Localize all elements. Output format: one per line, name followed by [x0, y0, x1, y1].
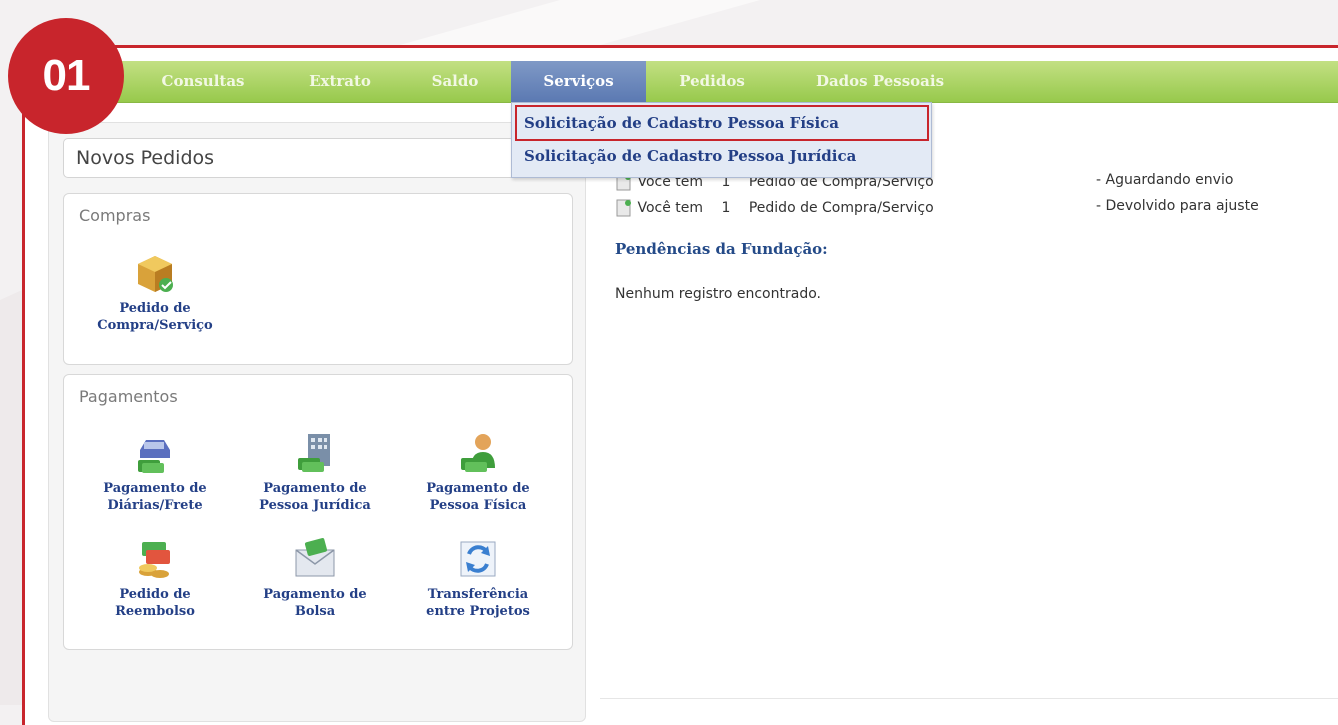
status-row[interactable]: Você tem 1 Pedido de Compra/Serviço - De… — [615, 198, 1259, 218]
car-money-icon — [138, 440, 170, 473]
nav-tab-saldo[interactable]: Saldo — [415, 61, 495, 102]
tile-label: Pagamento de Pessoa Jurídica — [259, 481, 371, 513]
tile-pedido-reembolso[interactable]: Pedido de Reembolso — [80, 536, 230, 620]
tile-transferencia-projetos[interactable]: Transferência entre Projetos — [403, 536, 553, 620]
status-text: - Devolvido para ajuste — [1096, 198, 1259, 214]
nav-tab-extrato[interactable]: Extrato — [289, 61, 391, 102]
menu-item-cadastro-pessoa-juridica[interactable]: Solicitação de Cadastro Pessoa Jurídica — [524, 141, 856, 171]
divider — [600, 698, 1338, 699]
pagamentos-title: Pagamentos — [79, 387, 178, 406]
status-count: 1 — [721, 200, 731, 216]
tile-pagamento-pessoa-fisica[interactable]: Pagamento de Pessoa Física — [403, 430, 553, 514]
status-prefix: Você tem — [637, 200, 704, 216]
status-item: Pedido de Compra/Serviço — [748, 200, 934, 216]
servicos-dropdown-menu: Solicitação de Cadastro Pessoa Física So… — [511, 102, 932, 178]
tile-label: Transferência entre Projetos — [426, 587, 530, 619]
tile-label: Pagamento de Diárias/Frete — [103, 481, 207, 513]
novos-pedidos-header: Novos Pedidos — [63, 138, 573, 178]
menu-item-cadastro-pessoa-fisica[interactable]: Solicitação de Cadastro Pessoa Física — [524, 108, 839, 138]
building-money-icon — [298, 434, 330, 472]
status-text: - Aguardando envio — [1096, 172, 1234, 188]
nav-tab-servicos[interactable]: Serviços — [511, 61, 646, 102]
step-badge: 01 — [8, 18, 124, 134]
tile-pagamento-pessoa-juridica[interactable]: Pagamento de Pessoa Jurídica — [240, 430, 390, 514]
tile-pagamento-bolsa[interactable]: Pagamento de Bolsa — [240, 536, 390, 620]
tile-pedido-compra-servico[interactable]: Pedido de Compra/Serviço — [80, 250, 230, 334]
nav-tab-consultas[interactable]: Consultas — [142, 61, 264, 102]
tile-pagamento-diarias-frete[interactable]: Pagamento de Diárias/Frete — [80, 430, 230, 514]
transfer-icon — [460, 541, 496, 577]
tile-label: Pedido de Reembolso — [115, 587, 195, 619]
pendencias-heading: Pendências da Fundação: — [615, 240, 828, 258]
compras-title: Compras — [79, 206, 151, 225]
person-money-icon — [461, 434, 495, 472]
tile-label: Pagamento de Bolsa — [263, 587, 367, 619]
panel-title: Novos Pedidos — [76, 147, 215, 169]
tile-label: Pedido de Compra/Serviço — [97, 301, 213, 333]
coins-refund-icon — [139, 542, 170, 578]
nav-tab-dados-pessoais[interactable]: Dados Pessoais — [790, 61, 970, 102]
empty-message: Nenhum registro encontrado. — [615, 286, 821, 302]
tile-label: Pagamento de Pessoa Física — [426, 481, 530, 513]
envelope-icon — [295, 538, 335, 577]
nav-tab-pedidos[interactable]: Pedidos — [660, 61, 764, 102]
document-icon — [616, 199, 631, 217]
box-icon — [138, 256, 173, 292]
